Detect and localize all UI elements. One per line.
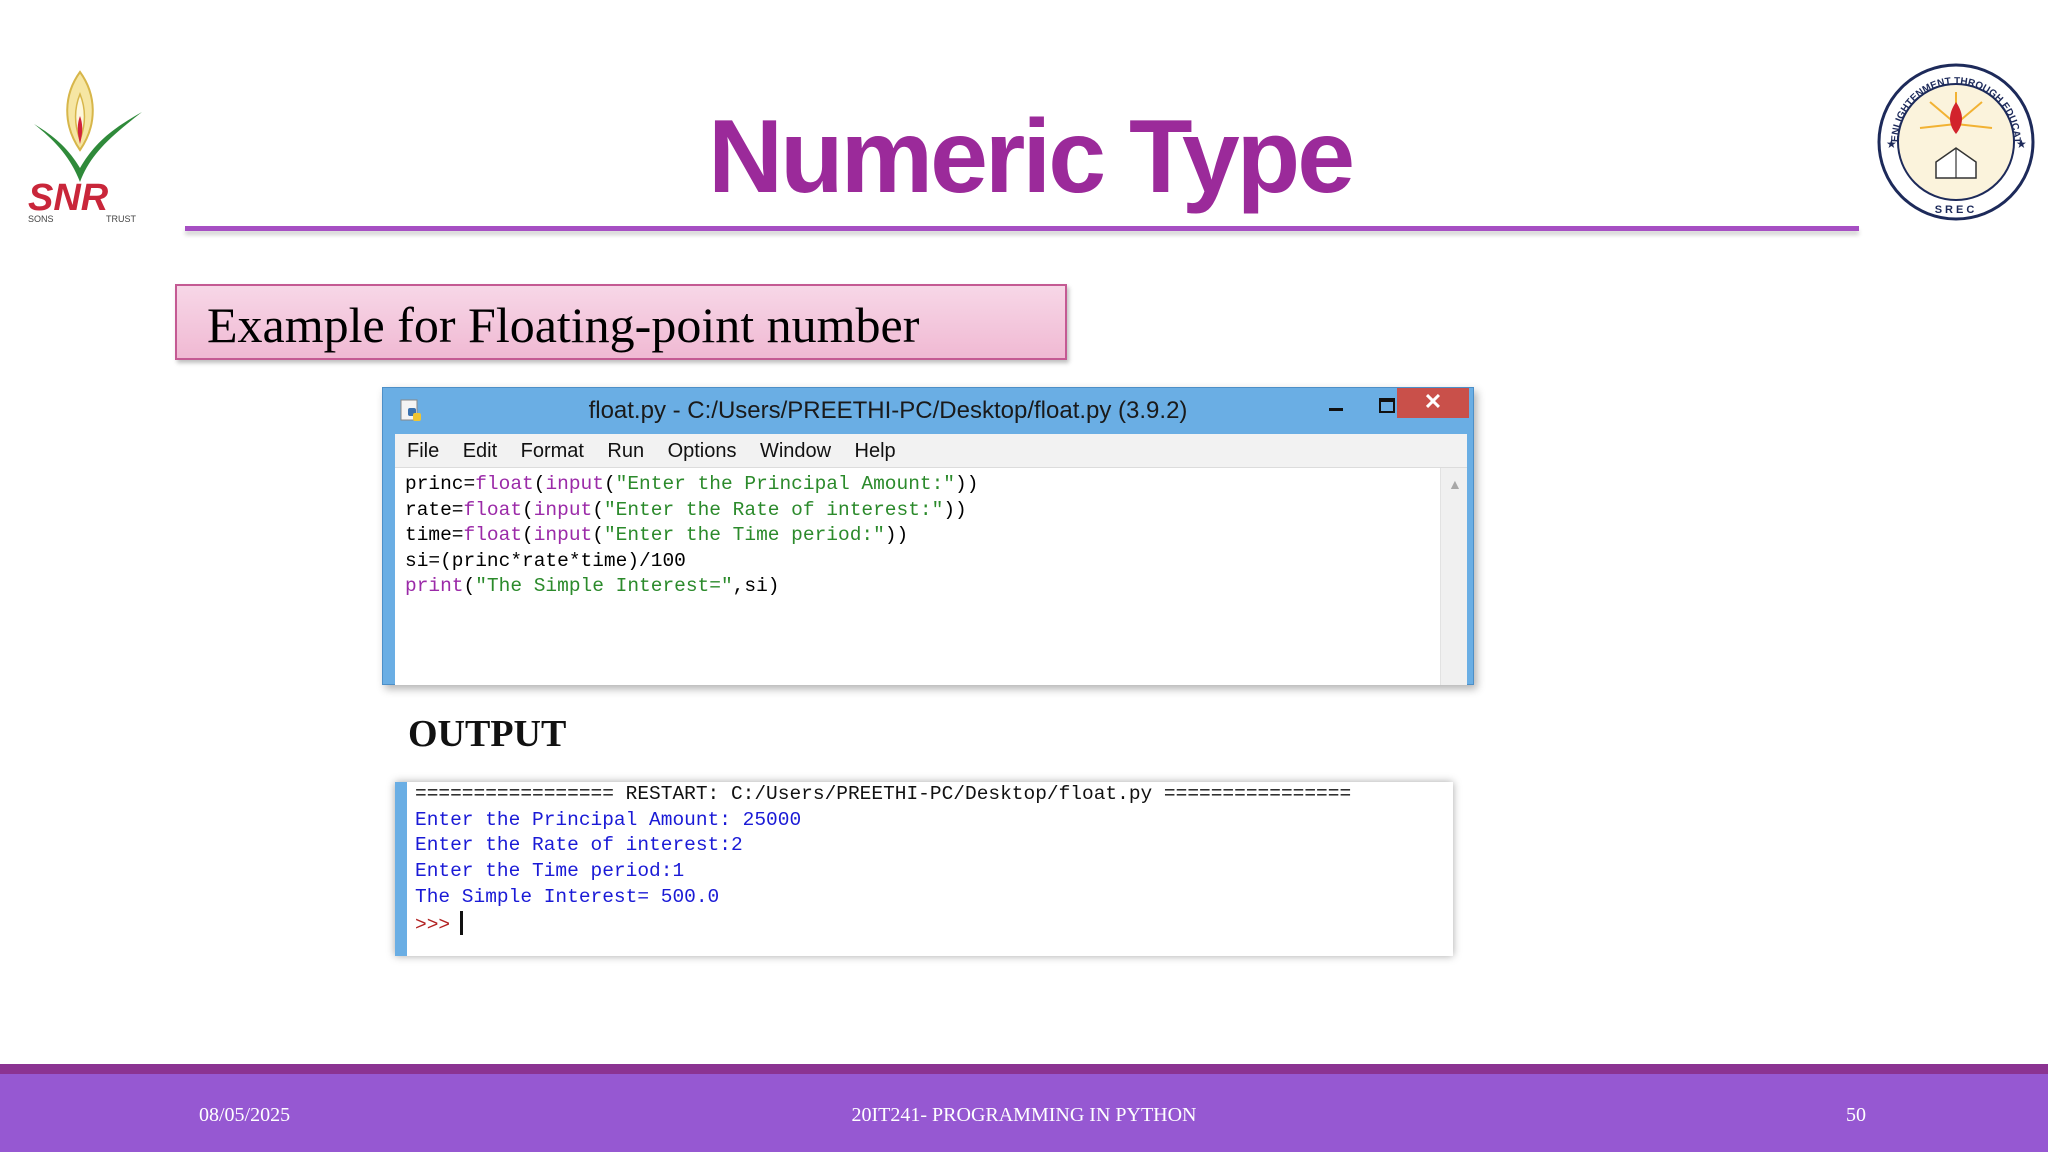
code-text[interactable]: princ=float(input("Enter the Principal A… (405, 472, 978, 600)
shell-gutter (395, 782, 407, 956)
shell-text[interactable]: ================= RESTART: C:/Users/PREE… (415, 782, 1351, 938)
menu-help[interactable]: Help (855, 434, 896, 468)
subtitle-text: Example for Floating-point number (207, 297, 920, 353)
svg-text:SNR: SNR (28, 177, 109, 219)
idle-shell-output: ================= RESTART: C:/Users/PREE… (395, 782, 1453, 956)
menu-file[interactable]: File (407, 434, 439, 468)
shell-line: Enter the Rate of interest:2 (415, 834, 743, 857)
close-button[interactable]: ✕ (1397, 388, 1469, 418)
code-line: si=(princ*rate*time)/100 (405, 549, 686, 572)
srec-seal-logo: ENLIGHTENMENT THROUGH EDUCATION SREC ★ ★ (1876, 62, 2035, 221)
window-title: float.py - C:/Users/PREETHI-PC/Desktop/f… (588, 397, 1188, 424)
footer-course: 20IT241- PROGRAMMING IN PYTHON (851, 1104, 1197, 1126)
shell-line: ================= RESTART: C:/Users/PREE… (415, 783, 1352, 805)
output-heading: OUTPUT (408, 713, 567, 755)
slide-title: Numeric Type (707, 99, 1355, 215)
svg-text:TRUST: TRUST (106, 214, 136, 224)
svg-text:SONS: SONS (28, 214, 54, 224)
shell-line: Enter the Principal Amount: 25000 (415, 808, 802, 831)
minimize-button[interactable] (1313, 388, 1359, 418)
menu-bar: File Edit Format Run Options Window Help (395, 434, 1467, 468)
code-line: rate=float(input("Enter the Rate of inte… (405, 498, 967, 521)
page-number: 50 (1846, 1104, 1866, 1126)
idle-editor-window: float.py - C:/Users/PREETHI-PC/Desktop/f… (382, 387, 1474, 685)
subtitle-box: Example for Floating-point number (175, 284, 1067, 360)
svg-text:★: ★ (1886, 137, 1897, 151)
code-editor[interactable]: princ=float(input("Enter the Principal A… (395, 468, 1467, 685)
window-titlebar[interactable]: float.py - C:/Users/PREETHI-PC/Desktop/f… (383, 388, 1473, 434)
menu-window[interactable]: Window (760, 434, 831, 468)
menu-edit[interactable]: Edit (463, 434, 497, 468)
close-icon: ✕ (1423, 389, 1443, 414)
shell-line: Enter the Time period:1 (415, 860, 685, 883)
footer: 08/05/2025 20IT241- PROGRAMMING IN PYTHO… (0, 1074, 2048, 1152)
menu-format[interactable]: Format (521, 434, 584, 468)
menu-options[interactable]: Options (668, 434, 737, 468)
title-divider (185, 226, 1859, 231)
snr-logo: SNR SONS TRUST (28, 70, 142, 224)
shell-prompt: >>> (415, 913, 451, 936)
text-cursor (460, 910, 464, 935)
code-line: print("The Simple Interest=",si) (405, 575, 780, 598)
scroll-up-icon[interactable]: ▲ (1448, 476, 1462, 492)
svg-text:★: ★ (2016, 137, 2027, 151)
shell-line: The Simple Interest= 500.0 (415, 885, 720, 908)
svg-text:SREC: SREC (1935, 204, 1978, 216)
code-line: time=float(input("Enter the Time period:… (405, 524, 909, 547)
menu-run[interactable]: Run (607, 434, 644, 468)
footer-accent (0, 1064, 2048, 1074)
python-idle-icon (400, 399, 421, 421)
code-line: princ=float(input("Enter the Principal A… (405, 473, 979, 495)
vertical-scrollbar[interactable]: ▲ (1440, 468, 1467, 685)
